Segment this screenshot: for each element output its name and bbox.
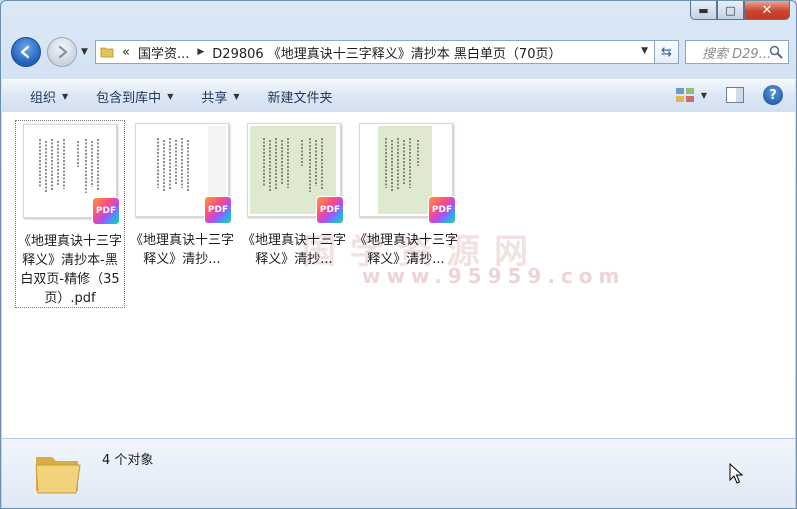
file-item[interactable]: PDF 《地理真诀十三字释义》清抄本-黑白双页-精修（35页）.pdf (15, 120, 125, 308)
pdf-icon: PDF (316, 196, 344, 224)
file-name: 《地理真诀十三字释义》清抄... (129, 233, 234, 267)
mouse-cursor-icon (729, 463, 744, 484)
minimize-button[interactable]: ▬ (690, 1, 717, 20)
new-folder-label: 新建文件夹 (267, 90, 333, 106)
details-pane: 4 个对象 (2, 438, 795, 508)
pdf-thumbnail: PDF (135, 123, 232, 224)
file-name: 《地理真诀十三字释义》清抄... (353, 233, 458, 267)
breadcrumb-separator-icon[interactable]: ▶ (197, 47, 204, 57)
chevron-down-icon: ▼ (700, 90, 707, 100)
maximize-button[interactable]: □ (717, 1, 744, 20)
toolbar-right-group: ▼ ? (675, 85, 783, 105)
navigation-bar: ▼ « 国学资... ▶ D29806 《地理真诀十三字释义》清抄本 黑白单页（… (9, 37, 789, 69)
view-options-icon (675, 88, 694, 102)
forward-button[interactable] (47, 37, 77, 67)
chevron-down-icon: ▼ (167, 91, 174, 101)
file-list-area[interactable]: 国学资源网 www.95959.com PDF 《地理真诀十三字释义》清抄本-黑… (2, 112, 795, 438)
explorer-window: ▬ □ ✕ ▼ « 国学资... ▶ D29806 《地理真诀十三字释义》清抄本… (0, 0, 797, 509)
back-button[interactable] (11, 37, 41, 67)
refresh-button[interactable]: ⇆ (655, 40, 679, 64)
breadcrumb-item-current[interactable]: D29806 《地理真诀十三字释义》清抄本 黑白单页（70页） (212, 43, 561, 62)
include-in-library-menu[interactable]: 包含到库中 ▼ (82, 87, 187, 106)
search-icon[interactable] (769, 45, 783, 59)
command-toolbar: 组织 ▼ 包含到库中 ▼ 共享 ▼ 新建文件夹 ▼ ? (2, 79, 795, 113)
page-image (378, 126, 432, 214)
recent-pages-dropdown-icon[interactable]: ▼ (81, 47, 88, 57)
chevron-down-icon: ▼ (62, 91, 69, 101)
file-name: 《地理真诀十三字释义》清抄... (241, 233, 346, 267)
pdf-icon: PDF (92, 197, 120, 225)
search-input[interactable]: 搜索 D29... (685, 40, 789, 64)
pdf-icon: PDF (204, 196, 232, 224)
share-menu[interactable]: 共享 ▼ (187, 87, 253, 106)
pdf-thumbnail: PDF (247, 123, 344, 224)
preview-pane-icon[interactable] (725, 86, 745, 104)
share-label: 共享 (201, 90, 228, 106)
folder-icon (96, 45, 118, 59)
pdf-icon: PDF (428, 196, 456, 224)
page-margin (362, 126, 378, 214)
file-name: 《地理真诀十三字释义》清抄本-黑白双页-精修（35页）.pdf (18, 234, 123, 306)
pdf-thumbnail: PDF (23, 124, 120, 225)
item-count: 4 个对象 (102, 453, 154, 468)
search-placeholder: 搜索 D29... (702, 46, 772, 62)
file-item[interactable]: PDF 《地理真诀十三字释义》清抄... (351, 120, 461, 269)
organize-label: 组织 (30, 90, 57, 106)
pdf-thumbnail: PDF (359, 123, 456, 224)
forward-arrow-icon (58, 45, 68, 59)
file-item[interactable]: PDF 《地理真诀十三字释义》清抄... (127, 120, 237, 269)
caption-buttons: ▬ □ ✕ (690, 1, 790, 20)
change-view-button[interactable]: ▼ (675, 86, 707, 104)
file-item[interactable]: PDF 《地理真诀十三字释义》清抄... (239, 120, 349, 269)
address-bar[interactable]: « 国学资... ▶ D29806 《地理真诀十三字释义》清抄本 黑白单页（70… (95, 40, 655, 64)
include-in-library-label: 包含到库中 (96, 90, 162, 106)
help-icon[interactable]: ? (763, 85, 783, 105)
address-dropdown-icon[interactable]: ▼ (641, 46, 648, 56)
close-button[interactable]: ✕ (744, 1, 790, 20)
back-arrow-icon (20, 45, 30, 59)
folder-icon (35, 457, 81, 494)
breadcrumb-overflow[interactable]: « (122, 45, 130, 60)
chevron-down-icon: ▼ (233, 91, 240, 101)
refresh-icon: ⇆ (661, 44, 672, 60)
page-image (138, 126, 208, 214)
breadcrumb: « 国学资... ▶ D29806 《地理真诀十三字释义》清抄本 黑白单页（70… (118, 43, 561, 62)
organize-menu[interactable]: 组织 ▼ (2, 87, 82, 106)
breadcrumb-item-guoxue[interactable]: 国学资... (138, 43, 189, 62)
new-folder-button[interactable]: 新建文件夹 (254, 87, 347, 106)
